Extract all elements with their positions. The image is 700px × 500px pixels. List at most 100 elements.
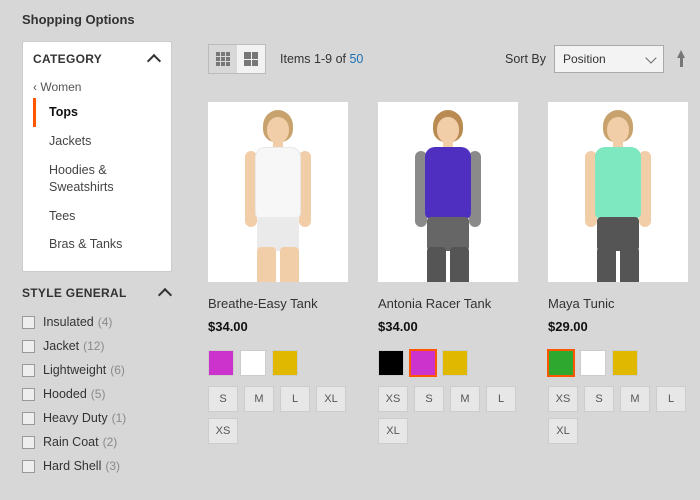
facet-count: (12) — [83, 339, 104, 353]
size-option[interactable]: XL — [316, 386, 346, 412]
size-option[interactable]: L — [280, 386, 310, 412]
size-option[interactable]: S — [414, 386, 444, 412]
facet-label: Lightweight — [43, 363, 106, 377]
size-option[interactable]: XS — [378, 386, 408, 412]
category-list: Women TopsJacketsHoodies & SweatshirtsTe… — [33, 76, 161, 259]
size-options: XSSML XL — [378, 386, 518, 444]
chevron-up-icon — [158, 288, 172, 302]
facet-row[interactable]: Lightweight (6) — [22, 358, 172, 382]
item-count: Items 1-9 of 50 — [280, 52, 363, 66]
grid-view-button[interactable] — [209, 45, 237, 73]
checkbox-icon — [22, 316, 35, 329]
grid-icon — [216, 52, 230, 66]
product-grid: Breathe-Easy Tank$34.00SMLXLXSAntonia Ra… — [208, 102, 688, 444]
item-count-text: Items 1-9 of — [280, 52, 349, 66]
checkbox-icon — [22, 412, 35, 425]
category-item[interactable]: Hoodies & Sweatshirts — [33, 156, 161, 202]
size-option[interactable]: L — [486, 386, 516, 412]
facet-label: Rain Coat — [43, 435, 99, 449]
facet-label: Heavy Duty — [43, 411, 108, 425]
style-facet-list: Insulated (4) Jacket (12) Lightweight (6) Hood… — [22, 310, 172, 478]
facet-count: (1) — [112, 411, 127, 425]
checkbox-icon — [22, 436, 35, 449]
size-option[interactable]: XS — [208, 418, 238, 444]
checkbox-icon — [22, 388, 35, 401]
product-card: Breathe-Easy Tank $34.00 SMLXL XS — [208, 102, 348, 444]
item-count-total: 50 — [349, 52, 363, 66]
facet-count: (6) — [110, 363, 125, 377]
list-icon — [244, 52, 258, 66]
size-options: XSSML XL — [548, 386, 688, 444]
color-swatch[interactable] — [272, 350, 298, 376]
product-price: $29.00 — [548, 319, 688, 334]
color-swatch[interactable] — [548, 350, 574, 376]
facet-label: Hard Shell — [43, 459, 101, 473]
size-option[interactable]: M — [620, 386, 650, 412]
facet-count: (3) — [105, 459, 120, 473]
product-image[interactable] — [378, 102, 518, 282]
facet-row[interactable]: Insulated (4) — [22, 310, 172, 334]
facet-row[interactable]: Rain Coat(2) — [22, 430, 172, 454]
sort-select-value: Position — [563, 52, 606, 66]
product-image[interactable] — [548, 102, 688, 282]
shopping-options-title: Shopping Options — [22, 12, 172, 27]
product-image[interactable] — [208, 102, 348, 282]
color-swatch[interactable] — [442, 350, 468, 376]
category-filter-card: CATEGORY Women TopsJacketsHoodies & Swea… — [22, 41, 172, 272]
size-option[interactable]: S — [584, 386, 614, 412]
color-swatch[interactable] — [580, 350, 606, 376]
product-card: Antonia Racer Tank $34.00 XSSML XL — [378, 102, 518, 444]
style-section-header[interactable]: STYLE GENERAL — [22, 286, 172, 300]
size-option[interactable]: M — [450, 386, 480, 412]
facet-label: Hooded — [43, 387, 87, 401]
category-back-link[interactable]: Women — [33, 76, 161, 98]
chevron-up-icon — [147, 54, 161, 68]
sort-select[interactable]: Position — [554, 45, 664, 73]
checkbox-icon — [22, 460, 35, 473]
facet-label: Jacket — [43, 339, 79, 353]
category-item[interactable]: Tees — [33, 202, 161, 231]
style-section-label: STYLE GENERAL — [22, 286, 127, 300]
color-swatches — [378, 350, 518, 376]
product-name[interactable]: Maya Tunic — [548, 296, 688, 311]
color-swatch[interactable] — [410, 350, 436, 376]
product-name[interactable]: Breathe-Easy Tank — [208, 296, 348, 311]
color-swatches — [548, 350, 688, 376]
product-name[interactable]: Antonia Racer Tank — [378, 296, 518, 311]
category-item[interactable]: Bras & Tanks — [33, 230, 161, 259]
size-option[interactable]: S — [208, 386, 238, 412]
category-item[interactable]: Tops — [33, 98, 161, 127]
size-option[interactable]: XS — [548, 386, 578, 412]
facet-count: (5) — [91, 387, 106, 401]
sort-by-label: Sort By — [505, 52, 546, 66]
color-swatch[interactable] — [208, 350, 234, 376]
size-option[interactable]: L — [656, 386, 686, 412]
checkbox-icon — [22, 340, 35, 353]
category-item[interactable]: Jackets — [33, 127, 161, 156]
category-section-header[interactable]: CATEGORY — [33, 52, 161, 66]
chevron-down-icon — [645, 52, 656, 63]
color-swatch[interactable] — [612, 350, 638, 376]
facet-count: (4) — [98, 315, 113, 329]
size-option[interactable]: M — [244, 386, 274, 412]
facet-row[interactable]: Jacket (12) — [22, 334, 172, 358]
size-options: SMLXL XS — [208, 386, 348, 444]
product-price: $34.00 — [378, 319, 518, 334]
facet-label: Insulated — [43, 315, 94, 329]
sort-direction-button[interactable] — [674, 50, 688, 68]
product-card: Maya Tunic $29.00 XSSML XL — [548, 102, 688, 444]
color-swatches — [208, 350, 348, 376]
checkbox-icon — [22, 364, 35, 377]
size-option[interactable]: XL — [548, 418, 578, 444]
color-swatch[interactable] — [378, 350, 404, 376]
toolbar: Items 1-9 of 50 Sort By Position — [208, 44, 688, 74]
size-option[interactable]: XL — [378, 418, 408, 444]
category-section-label: CATEGORY — [33, 52, 102, 66]
color-swatch[interactable] — [240, 350, 266, 376]
list-view-button[interactable] — [237, 45, 265, 73]
facet-row[interactable]: Heavy Duty (1) — [22, 406, 172, 430]
product-price: $34.00 — [208, 319, 348, 334]
facet-row[interactable]: Hooded (5) — [22, 382, 172, 406]
facet-row[interactable]: Hard Shell (3) — [22, 454, 172, 478]
view-mode-switcher — [208, 44, 266, 74]
